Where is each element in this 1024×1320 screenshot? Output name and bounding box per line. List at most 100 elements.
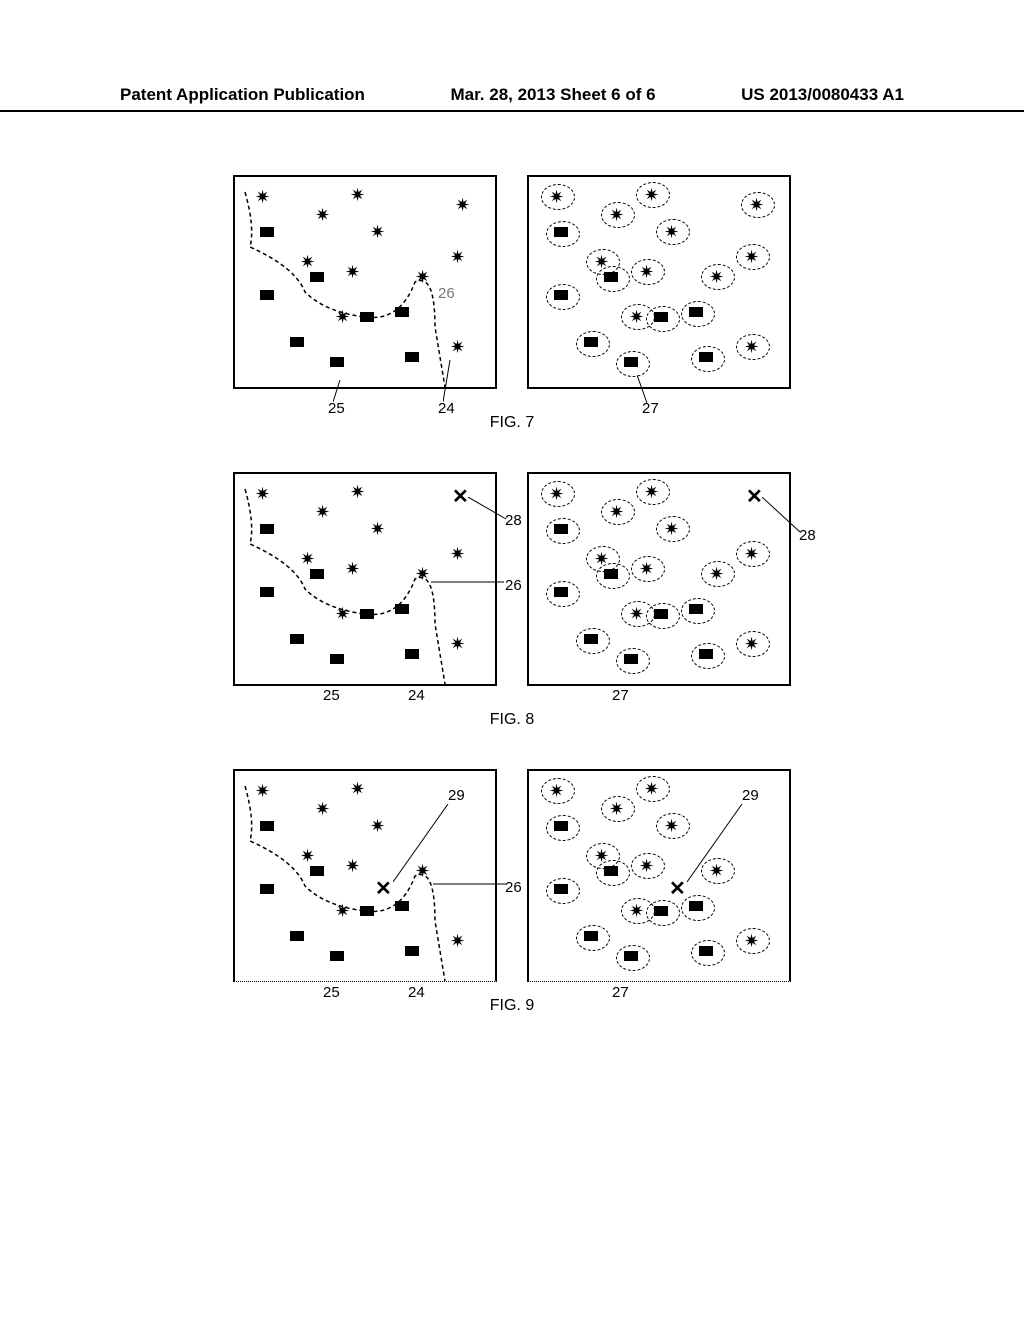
square-icon	[260, 587, 274, 597]
square-icon	[310, 866, 324, 876]
label-26: 26	[438, 285, 455, 302]
star-icon: ✷	[450, 544, 465, 565]
leader-line	[687, 804, 747, 884]
star-icon: ✷	[629, 604, 644, 625]
fig9-caption: FIG. 9	[150, 997, 874, 1015]
square-icon	[330, 951, 344, 961]
square-icon	[689, 901, 703, 911]
header-publication: Patent Application Publication	[120, 85, 365, 105]
fig7-caption: FIG. 7	[150, 414, 874, 432]
label-29: 29	[448, 787, 465, 804]
star-icon: ✷	[639, 559, 654, 580]
square-icon	[554, 290, 568, 300]
star-icon: ✷	[709, 267, 724, 288]
square-icon	[360, 906, 374, 916]
star-icon: ✷	[315, 502, 330, 523]
label-27: 27	[612, 687, 629, 704]
square-icon	[584, 337, 598, 347]
square-icon	[290, 337, 304, 347]
star-icon: ✷	[300, 846, 315, 867]
star-icon: ✷	[664, 519, 679, 540]
leader-line	[637, 375, 657, 405]
label-26: 26	[505, 577, 522, 594]
star-icon: ✷	[709, 564, 724, 585]
star-icon: ✷	[370, 519, 385, 540]
star-icon: ✷	[350, 779, 365, 800]
cross-icon: ✕	[452, 484, 469, 509]
star-icon: ✷	[450, 247, 465, 268]
square-icon	[310, 569, 324, 579]
star-icon: ✷	[335, 901, 350, 922]
star-icon: ✷	[744, 544, 759, 565]
label-25: 25	[323, 687, 340, 704]
star-icon: ✷	[345, 262, 360, 283]
square-icon	[330, 654, 344, 664]
star-icon: ✷	[315, 799, 330, 820]
square-icon	[604, 866, 618, 876]
square-icon	[330, 357, 344, 367]
star-icon: ✷	[744, 931, 759, 952]
square-icon	[699, 946, 713, 956]
square-icon	[290, 931, 304, 941]
square-icon	[554, 524, 568, 534]
cross-icon: ✕	[746, 484, 763, 509]
square-icon	[290, 634, 304, 644]
square-icon	[405, 649, 419, 659]
star-icon: ✷	[255, 781, 270, 802]
star-icon: ✷	[609, 799, 624, 820]
label-24: 24	[408, 687, 425, 704]
square-icon	[654, 906, 668, 916]
square-icon	[260, 524, 274, 534]
star-icon: ✷	[549, 187, 564, 208]
star-icon: ✷	[609, 502, 624, 523]
square-icon	[554, 884, 568, 894]
square-icon	[554, 587, 568, 597]
square-icon	[604, 272, 618, 282]
leader-line	[762, 497, 802, 537]
star-icon: ✷	[370, 816, 385, 837]
square-icon	[260, 290, 274, 300]
label-25: 25	[323, 984, 340, 1001]
header-date-sheet: Mar. 28, 2013 Sheet 6 of 6	[451, 85, 656, 105]
star-icon: ✷	[744, 634, 759, 655]
square-icon	[395, 604, 409, 614]
content-area: ✷ ✷ ✷ ✷ ✷ ✷ ✷ ✷ ✷ ✷ ✷ 25 24	[0, 175, 1024, 1055]
star-icon: ✷	[450, 337, 465, 358]
star-icon: ✷	[744, 337, 759, 358]
star-icon: ✷	[370, 222, 385, 243]
square-icon	[689, 604, 703, 614]
square-icon	[689, 307, 703, 317]
star-icon: ✷	[629, 901, 644, 922]
star-icon: ✷	[639, 856, 654, 877]
leader-line	[393, 804, 453, 884]
square-icon	[554, 227, 568, 237]
star-icon: ✷	[335, 307, 350, 328]
leader-line	[333, 380, 348, 405]
star-icon: ✷	[415, 267, 430, 288]
figure-8-row: ✷ ✷ ✷ ✕ ✷ ✷ ✷ ✷ ✷ ✷ ✷ 28 26	[150, 472, 874, 686]
cross-icon: ✕	[669, 876, 686, 901]
star-icon: ✷	[255, 484, 270, 505]
fig7-left-box: ✷ ✷ ✷ ✷ ✷ ✷ ✷ ✷ ✷ ✷ ✷	[233, 175, 497, 389]
star-icon: ✷	[629, 307, 644, 328]
star-icon: ✷	[639, 262, 654, 283]
square-icon	[405, 352, 419, 362]
star-icon: ✷	[549, 781, 564, 802]
square-icon	[624, 654, 638, 664]
square-icon	[260, 821, 274, 831]
cross-icon: ✕	[375, 876, 392, 901]
fig8-caption: FIG. 8	[150, 711, 874, 729]
leader-line	[443, 360, 458, 405]
star-icon: ✷	[664, 222, 679, 243]
star-icon: ✷	[609, 205, 624, 226]
star-icon: ✷	[345, 559, 360, 580]
square-icon	[554, 821, 568, 831]
leader-line	[433, 879, 508, 894]
star-icon: ✷	[300, 252, 315, 273]
star-icon: ✷	[455, 195, 470, 216]
header-patent-number: US 2013/0080433 A1	[741, 85, 904, 105]
label-27: 27	[612, 984, 629, 1001]
star-icon: ✷	[350, 482, 365, 503]
fig8-right-box: ✷ ✷ ✷ ✕ ✷ ✷ ✷ ✷ ✷ ✷ ✷	[527, 472, 791, 686]
star-icon: ✷	[450, 931, 465, 952]
